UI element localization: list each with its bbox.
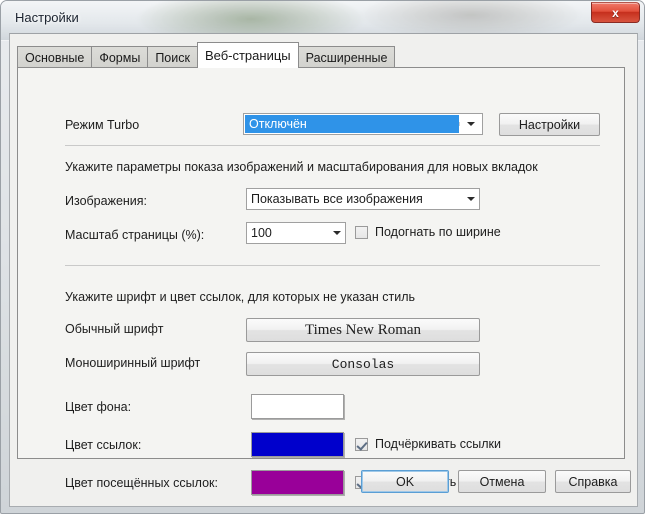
- mono-font-label: Моноширинный шрифт: [65, 356, 201, 370]
- tab-label: Расширенные: [305, 50, 388, 65]
- cancel-button[interactable]: Отмена: [458, 470, 546, 493]
- normal-font-value: Times New Roman: [304, 321, 422, 338]
- visited-color-swatch[interactable]: [251, 470, 344, 495]
- fonts-section-heading: Укажите шрифт и цвет ссылок, для которых…: [65, 290, 415, 304]
- link-color-swatch[interactable]: [251, 432, 344, 457]
- tab-label: Формы: [99, 50, 141, 65]
- underline-links-checkbox[interactable]: Подчёркивать ссылки: [355, 437, 501, 451]
- tab-label: Веб-страницы: [204, 48, 291, 63]
- tab-osnovnye[interactable]: Основные: [17, 46, 93, 68]
- background-color-swatch[interactable]: [251, 394, 344, 419]
- turbo-settings-button[interactable]: Настройки: [499, 113, 600, 136]
- link-color-label: Цвет ссылок:: [65, 438, 142, 452]
- underline-links-label: Подчёркивать ссылки: [375, 437, 501, 451]
- images-combobox[interactable]: Показывать все изображения: [246, 188, 480, 210]
- help-label: Справка: [568, 474, 618, 489]
- checkbox-box: [355, 437, 368, 451]
- images-value: Показывать все изображения: [251, 192, 423, 206]
- normal-font-label: Обычный шрифт: [65, 322, 164, 336]
- turbo-settings-label: Настройки: [518, 117, 581, 132]
- tab-label: Основные: [25, 50, 85, 65]
- page-zoom-combobox[interactable]: 100: [246, 222, 346, 244]
- turbo-mode-value: Отключён: [245, 115, 459, 133]
- checkbox-box: [355, 225, 368, 239]
- tab-rasshirennye[interactable]: Расширенные: [297, 46, 396, 68]
- window-title: Настройки: [15, 10, 79, 25]
- page-zoom-label: Масштаб страницы (%):: [65, 228, 205, 242]
- settings-dialog-window: Настройки x Основные Формы Поиск Веб-стр…: [0, 0, 645, 514]
- ok-button[interactable]: OK: [361, 470, 449, 493]
- help-button[interactable]: Справка: [555, 470, 631, 493]
- turbo-mode-label: Режим Turbo: [65, 118, 140, 132]
- visited-color-label: Цвет посещённых ссылок:: [65, 476, 218, 490]
- images-section-heading: Укажите параметры показа изображений и м…: [65, 160, 538, 174]
- mono-font-button[interactable]: Consolas: [246, 352, 480, 376]
- images-label: Изображения:: [65, 194, 148, 208]
- close-button[interactable]: x: [591, 2, 640, 23]
- close-icon: x: [612, 5, 619, 20]
- chevron-down-icon: [328, 231, 345, 235]
- tab-poisk[interactable]: Поиск: [147, 46, 198, 68]
- page-zoom-value: 100: [251, 226, 272, 240]
- mono-font-value: Consolas: [331, 356, 395, 372]
- chevron-down-icon: [462, 197, 479, 201]
- turbo-mode-combobox[interactable]: Отключён: [243, 113, 483, 135]
- background-color-label: Цвет фона:: [65, 400, 132, 414]
- tab-strip: Основные Формы Поиск Веб-страницы Расшир…: [17, 42, 396, 68]
- chevron-down-icon: [459, 122, 482, 126]
- dialog-client-area: Основные Формы Поиск Веб-страницы Расшир…: [9, 33, 638, 507]
- normal-font-button[interactable]: Times New Roman: [246, 318, 480, 342]
- ok-label: OK: [395, 474, 415, 489]
- cancel-label: Отмена: [479, 474, 525, 489]
- fit-to-width-checkbox[interactable]: Подогнать по ширине: [355, 225, 501, 239]
- separator-top: [65, 145, 600, 146]
- tab-formy[interactable]: Формы: [91, 46, 149, 68]
- tab-page-webpages: Режим Turbo Отключён Настройки Укажите п…: [17, 67, 625, 495]
- tab-label: Поиск: [155, 50, 190, 65]
- separator-bottom: [65, 265, 600, 266]
- fit-to-width-label: Подогнать по ширине: [375, 225, 501, 239]
- tab-veb-stranicy[interactable]: Веб-страницы: [196, 42, 299, 68]
